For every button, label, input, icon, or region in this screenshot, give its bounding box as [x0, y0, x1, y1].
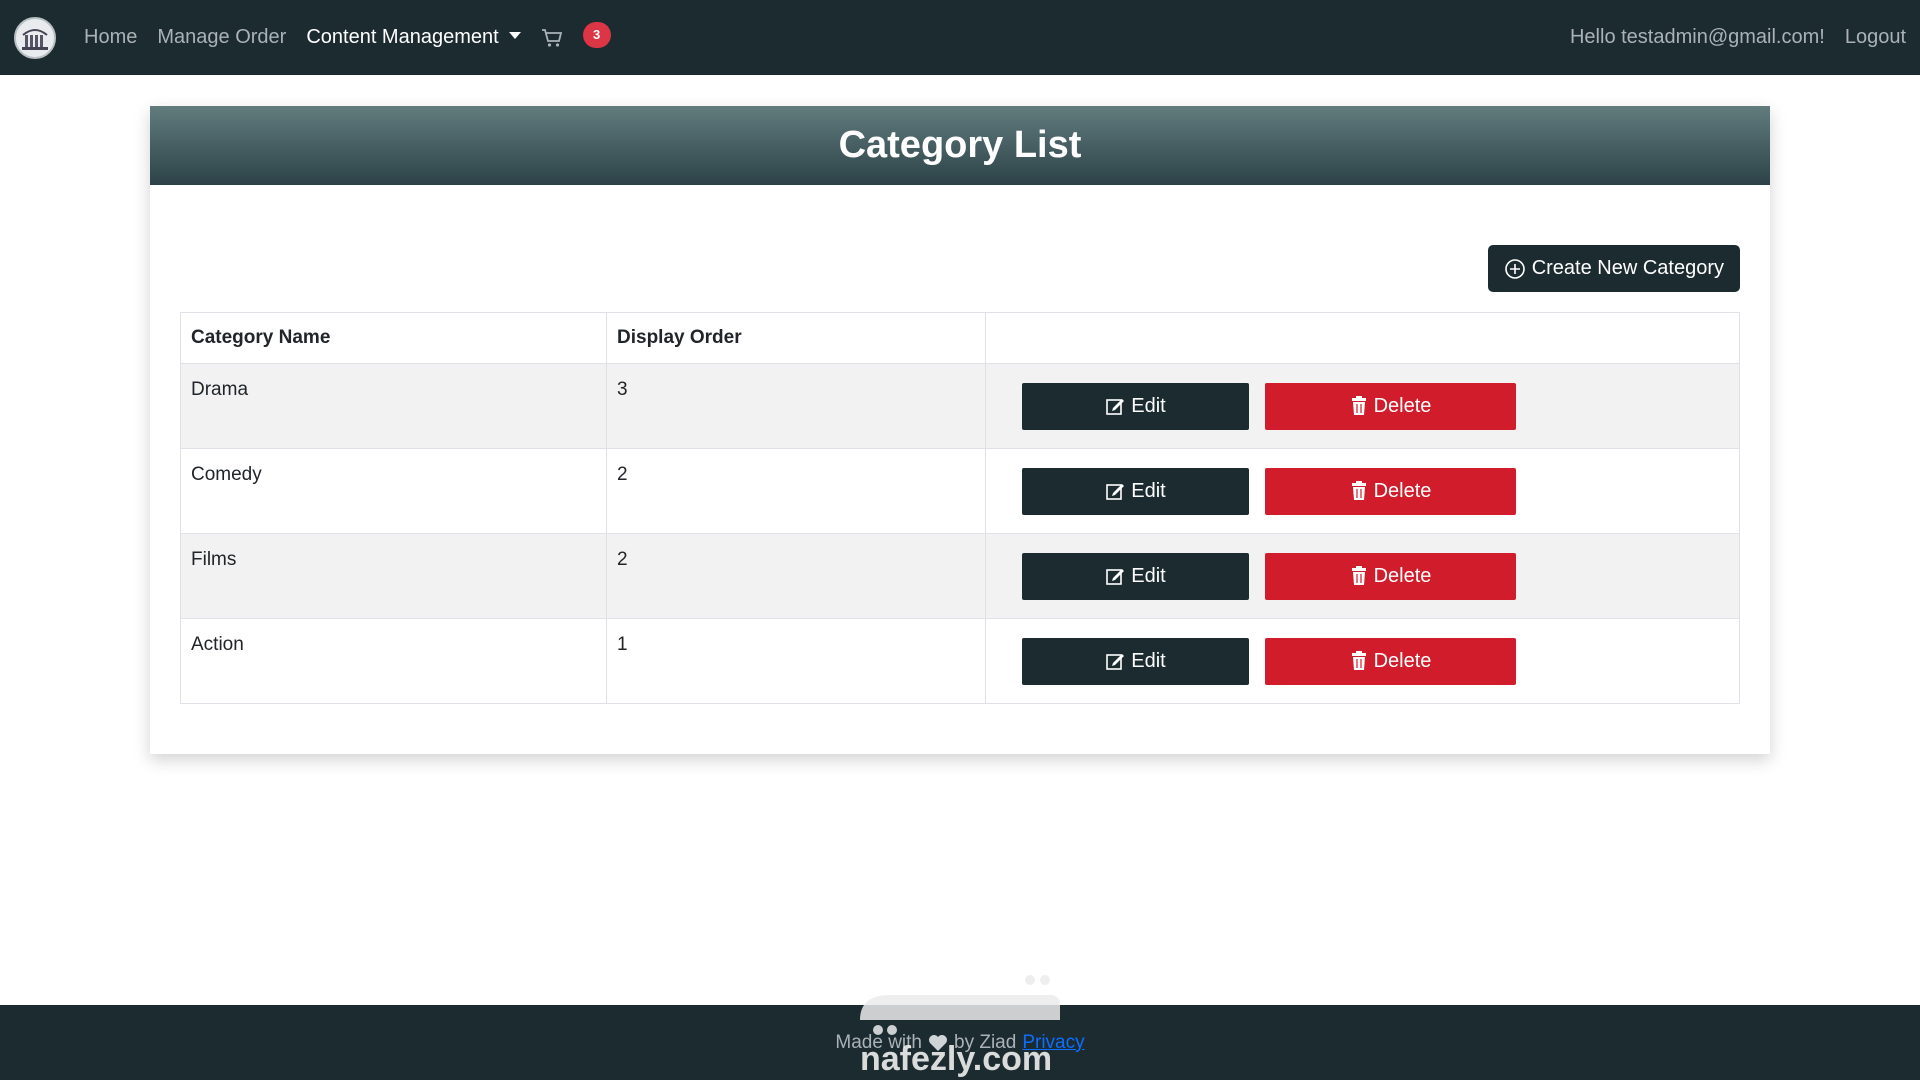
cart-icon[interactable] [541, 28, 563, 48]
category-name-cell: Drama [180, 363, 607, 449]
edit-icon [1106, 399, 1125, 415]
trash-icon [1351, 651, 1366, 670]
chevron-down-icon [508, 32, 521, 40]
edit-icon [1106, 484, 1125, 500]
display-order-cell: 1 [606, 618, 986, 704]
delete-label: Delete [1373, 479, 1432, 502]
header-display-order: Display Order [606, 312, 986, 364]
edit-button[interactable]: Edit [1022, 467, 1249, 515]
edit-label: Edit [1131, 564, 1166, 587]
logout-link[interactable]: Logout [1845, 26, 1906, 49]
page-footer: Made with by Ziad Privacy [0, 1005, 1920, 1080]
cart-count-badge[interactable]: 3 [582, 21, 611, 48]
delete-button[interactable]: Delete [1265, 382, 1516, 430]
edit-label: Edit [1131, 479, 1166, 502]
delete-button[interactable]: Delete [1265, 467, 1516, 515]
table-row: Action 1 Edit Delete [180, 618, 1740, 704]
display-order-cell: 3 [606, 363, 986, 449]
trash-icon [1351, 481, 1366, 500]
actions-cell: Edit Delete [985, 533, 1740, 619]
heart-icon [928, 1034, 948, 1052]
category-table: Category Name Display Order Drama 3 Edit [180, 312, 1740, 704]
category-list-card: Category List Create New Category Catego… [150, 106, 1770, 754]
card-toolbar: Create New Category [1487, 245, 1740, 292]
edit-label: Edit [1131, 649, 1166, 672]
trash-icon [1351, 566, 1366, 585]
delete-label: Delete [1373, 394, 1432, 417]
card-header: Category List [150, 106, 1770, 185]
create-category-label: Create New Category [1531, 257, 1724, 279]
category-name-cell: Comedy [180, 448, 607, 534]
edit-button[interactable]: Edit [1022, 637, 1249, 685]
actions-cell: Edit Delete [985, 448, 1740, 534]
table-row: Films 2 Edit Delete [180, 533, 1740, 619]
category-name-cell: Films [180, 533, 607, 619]
delete-button[interactable]: Delete [1265, 552, 1516, 600]
nav-right-group: Hello testadmin@gmail.com! Logout [1550, 26, 1906, 49]
privacy-link[interactable]: Privacy [1022, 1032, 1084, 1054]
actions-cell: Edit Delete [985, 618, 1740, 704]
top-navbar: Home Manage Order Content Management 3 H… [0, 0, 1920, 75]
table-header-row: Category Name Display Order [180, 312, 1740, 364]
nav-home-link[interactable]: Home [84, 26, 137, 49]
footer-author-text: by Ziad [954, 1031, 1017, 1053]
edit-icon [1106, 569, 1125, 585]
edit-button[interactable]: Edit [1022, 552, 1249, 600]
category-name-cell: Action [180, 618, 607, 704]
edit-label: Edit [1131, 394, 1166, 417]
page-title: Category List [838, 124, 1082, 166]
nav-content-management-dropdown[interactable]: Content Management [306, 26, 521, 49]
delete-label: Delete [1373, 564, 1432, 587]
library-logo-icon[interactable] [14, 16, 56, 59]
trash-icon [1351, 396, 1366, 415]
display-order-cell: 2 [606, 448, 986, 534]
header-category-name: Category Name [180, 312, 607, 364]
delete-label: Delete [1373, 649, 1432, 672]
header-actions [985, 312, 1740, 364]
edit-icon [1106, 654, 1125, 670]
user-greeting-link[interactable]: Hello testadmin@gmail.com! [1570, 26, 1825, 49]
plus-circle-icon [1504, 258, 1525, 279]
table-row: Comedy 2 Edit Delete [180, 448, 1740, 534]
edit-button[interactable]: Edit [1022, 382, 1249, 430]
footer-made-with-text: Made with [835, 1031, 922, 1053]
display-order-cell: 2 [606, 533, 986, 619]
content-management-label: Content Management [306, 26, 499, 48]
delete-button[interactable]: Delete [1265, 637, 1516, 685]
create-category-button[interactable]: Create New Category [1487, 245, 1740, 292]
actions-cell: Edit Delete [985, 363, 1740, 449]
category-table-wrapper: Category Name Display Order Drama 3 Edit [180, 312, 1740, 704]
table-row: Drama 3 Edit Delete [180, 363, 1740, 449]
nav-manage-order-link[interactable]: Manage Order [157, 26, 286, 49]
